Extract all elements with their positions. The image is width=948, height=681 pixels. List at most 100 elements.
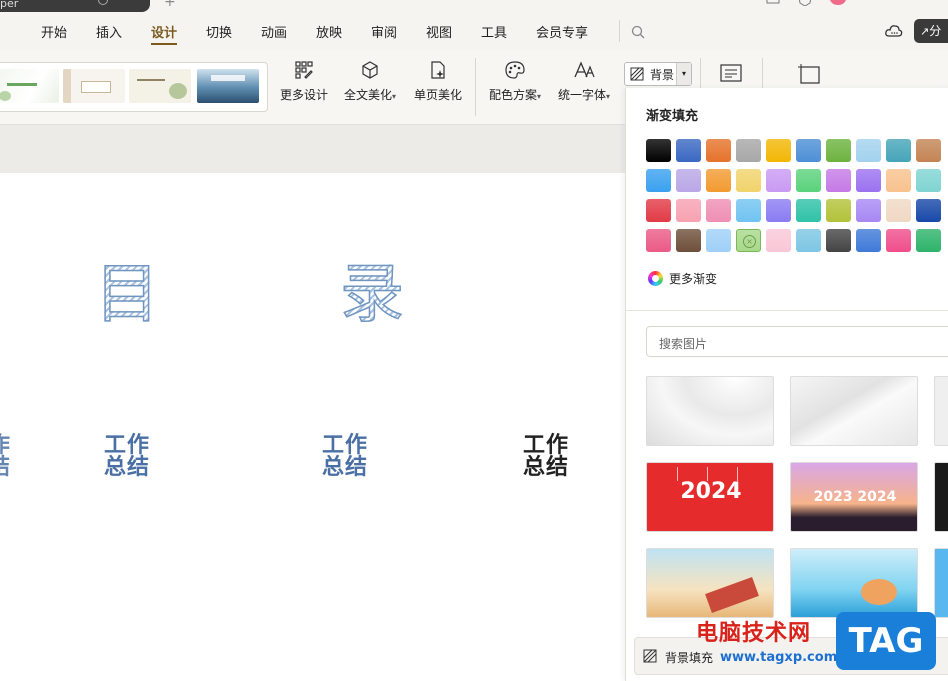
gradient-swatch[interactable] bbox=[706, 229, 731, 252]
gradient-swatch[interactable] bbox=[736, 199, 761, 222]
template-thumb[interactable] bbox=[0, 69, 59, 103]
template-thumb[interactable] bbox=[129, 69, 191, 103]
gradient-swatch[interactable] bbox=[676, 199, 701, 222]
background-image[interactable] bbox=[934, 548, 948, 618]
gradient-swatch[interactable] bbox=[766, 169, 791, 192]
menu-design[interactable]: 设计 bbox=[151, 22, 177, 41]
gradient-swatch[interactable] bbox=[736, 169, 761, 192]
more-design-button[interactable]: 更多设计 bbox=[280, 60, 328, 103]
menu-insert[interactable]: 插入 bbox=[96, 22, 122, 41]
background-image[interactable] bbox=[646, 376, 774, 446]
gradient-swatch[interactable] bbox=[886, 139, 911, 162]
active-tab-indicator bbox=[151, 43, 177, 45]
search-icon[interactable] bbox=[631, 25, 645, 39]
slide-card: 工作 总结 bbox=[104, 433, 151, 480]
background-image[interactable] bbox=[790, 376, 918, 446]
window-icon[interactable] bbox=[766, 0, 780, 6]
gradient-swatch[interactable] bbox=[916, 169, 941, 192]
page-beautify-button[interactable]: 单页美化 bbox=[414, 60, 462, 103]
gradient-swatch[interactable] bbox=[766, 139, 791, 162]
gradient-swatch[interactable] bbox=[856, 229, 881, 252]
menu-transition[interactable]: 切换 bbox=[206, 22, 232, 41]
gradient-swatch[interactable] bbox=[676, 139, 701, 162]
gradient-swatch[interactable] bbox=[766, 199, 791, 222]
document-tab[interactable]: per bbox=[0, 0, 150, 12]
background-image[interactable] bbox=[646, 548, 774, 618]
divider bbox=[762, 58, 763, 88]
gradient-swatch[interactable] bbox=[886, 169, 911, 192]
gradient-swatch[interactable] bbox=[886, 229, 911, 252]
font-icon bbox=[574, 61, 595, 78]
shield-icon[interactable] bbox=[798, 0, 812, 6]
chevron-down-icon: ▾ bbox=[537, 92, 542, 101]
gradient-swatch[interactable] bbox=[916, 199, 941, 222]
slide-canvas[interactable]: 目 录 作结 工作总结 工作总结 工作总结 bbox=[0, 173, 625, 681]
gradient-swatch[interactable] bbox=[886, 199, 911, 222]
full-beautify-button[interactable]: 全文美化▾ bbox=[344, 60, 396, 103]
background-image[interactable]: 2024 bbox=[646, 462, 774, 532]
color-wheel-icon bbox=[648, 271, 663, 286]
gradient-swatch[interactable] bbox=[796, 169, 821, 192]
share-button[interactable]: ↗分 bbox=[914, 19, 948, 43]
grid-icon bbox=[295, 61, 313, 79]
image-search-input[interactable]: 搜索图片 bbox=[646, 326, 948, 357]
menu-slideshow[interactable]: 放映 bbox=[316, 22, 342, 41]
template-thumb[interactable] bbox=[63, 69, 125, 103]
gradient-swatch[interactable] bbox=[706, 139, 731, 162]
background-icon bbox=[643, 649, 657, 663]
slide-layout-icon[interactable] bbox=[720, 64, 742, 82]
gradient-swatch[interactable] bbox=[646, 169, 671, 192]
menu-view[interactable]: 视图 bbox=[426, 22, 452, 41]
cloud-icon[interactable] bbox=[885, 23, 903, 39]
gradient-swatch[interactable]: × bbox=[736, 229, 761, 252]
slide-size-icon[interactable] bbox=[798, 64, 820, 84]
gradient-swatch[interactable] bbox=[796, 139, 821, 162]
gradient-swatch[interactable] bbox=[706, 199, 731, 222]
menu-member[interactable]: 会员专享 bbox=[536, 22, 588, 41]
gradient-swatch[interactable] bbox=[856, 169, 881, 192]
chevron-down-icon[interactable]: ▾ bbox=[676, 63, 691, 85]
menu-review[interactable]: 审阅 bbox=[371, 22, 397, 41]
gradient-swatch[interactable] bbox=[676, 169, 701, 192]
unify-font-button[interactable]: 统一字体▾ bbox=[558, 60, 610, 103]
tab-indicator-icon bbox=[98, 0, 108, 5]
palette-icon bbox=[505, 61, 525, 79]
background-image[interactable] bbox=[934, 376, 948, 446]
template-thumb[interactable] bbox=[197, 69, 259, 103]
background-button[interactable]: 背景 ▾ bbox=[624, 62, 692, 86]
menu-start[interactable]: 开始 bbox=[41, 22, 67, 41]
gradient-swatch[interactable] bbox=[736, 139, 761, 162]
gradient-swatch[interactable] bbox=[826, 199, 851, 222]
gradient-swatch[interactable] bbox=[916, 229, 941, 252]
background-image[interactable] bbox=[790, 548, 918, 618]
menu-tools[interactable]: 工具 bbox=[481, 22, 507, 41]
gradient-swatch[interactable] bbox=[826, 169, 851, 192]
gradient-swatch[interactable] bbox=[676, 229, 701, 252]
gradient-swatch[interactable] bbox=[646, 139, 671, 162]
more-gradients-button[interactable]: 更多渐变 bbox=[648, 270, 717, 287]
chevron-down-icon: ▾ bbox=[606, 92, 611, 101]
gradient-swatch[interactable] bbox=[796, 199, 821, 222]
gradient-swatch[interactable] bbox=[826, 229, 851, 252]
gradient-swatch[interactable] bbox=[796, 229, 821, 252]
gradient-swatch[interactable] bbox=[646, 229, 671, 252]
gradient-swatch[interactable] bbox=[826, 139, 851, 162]
menu-animation[interactable]: 动画 bbox=[261, 22, 287, 41]
slide-title-char: 录 bbox=[339, 243, 405, 335]
background-image[interactable]: 2023 2024 bbox=[790, 462, 918, 532]
menu-bar: per + 开始 插入 设计 切换 动画 放映 审阅 视图 工具 会员专享 ↗分 bbox=[0, 0, 948, 50]
gradient-swatch[interactable] bbox=[766, 229, 791, 252]
watermark-text: 电脑技术网 bbox=[696, 621, 812, 646]
background-image[interactable] bbox=[934, 462, 948, 532]
gradient-swatch[interactable] bbox=[706, 169, 731, 192]
gradient-swatch[interactable] bbox=[916, 139, 941, 162]
new-tab-icon[interactable]: + bbox=[164, 0, 176, 10]
avatar[interactable] bbox=[830, 0, 846, 5]
gradient-swatch[interactable] bbox=[856, 139, 881, 162]
share-icon: ↗ bbox=[920, 25, 930, 38]
gradient-swatch[interactable] bbox=[646, 199, 671, 222]
background-icon bbox=[630, 67, 644, 81]
color-scheme-button[interactable]: 配色方案▾ bbox=[489, 60, 541, 103]
gradient-swatch[interactable] bbox=[856, 199, 881, 222]
slide-card: 工作 总结 bbox=[322, 433, 369, 480]
